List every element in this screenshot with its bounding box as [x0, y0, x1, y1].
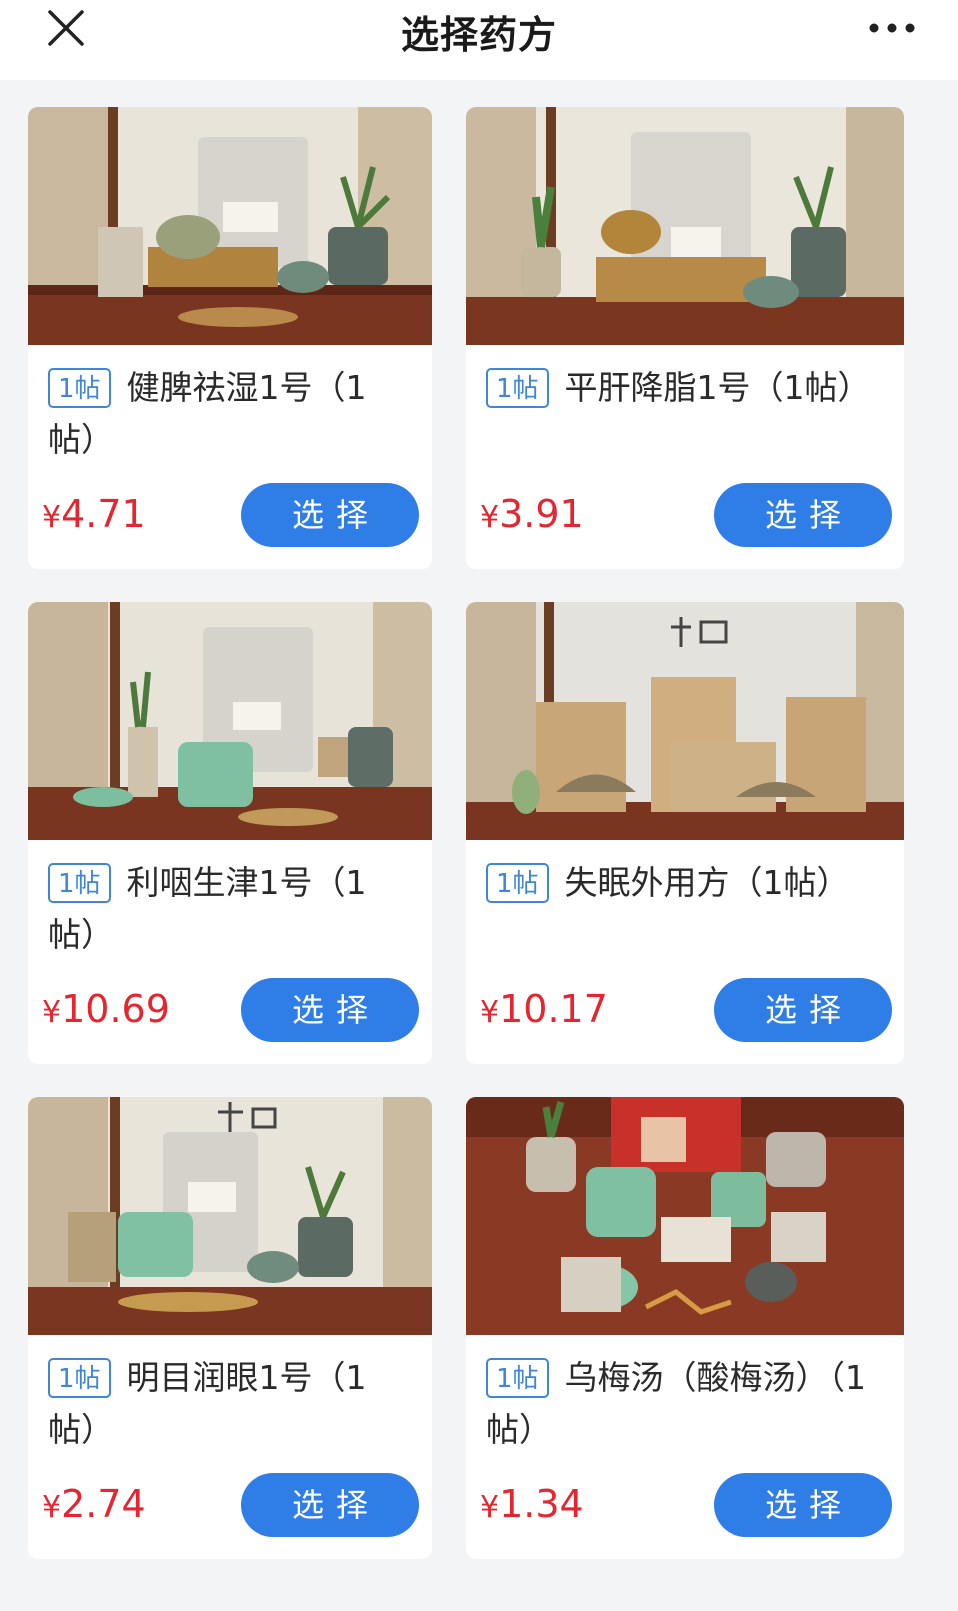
product-card[interactable]: 1帖 健脾祛湿1号（1帖） ¥4.71 选择	[28, 107, 432, 569]
currency-symbol: ¥	[42, 1490, 62, 1525]
price-value: 3.91	[499, 492, 584, 536]
select-button[interactable]: 选择	[714, 1473, 892, 1537]
page-title: 选择药方	[400, 13, 557, 57]
currency-symbol: ¥	[480, 995, 500, 1030]
more-dots-icon[interactable]	[862, 8, 922, 48]
top-bar: 选择药方	[0, 0, 958, 80]
product-photo	[466, 107, 904, 345]
product-card[interactable]: 1帖 利咽生津1号（1帖） ¥10.69 选择	[28, 602, 432, 1064]
product-title: 平肝降脂1号（1帖）	[564, 368, 871, 407]
product-price: ¥10.17	[480, 984, 608, 1038]
currency-symbol: ¥	[42, 500, 62, 535]
product-price: ¥4.71	[42, 489, 146, 543]
product-name: 1帖 平肝降脂1号（1帖）	[486, 362, 884, 414]
price-value: 10.69	[61, 987, 170, 1031]
product-photo	[466, 602, 904, 840]
select-button[interactable]: 选择	[241, 1473, 419, 1537]
price-value: 4.71	[61, 492, 146, 536]
unit-badge: 1帖	[486, 368, 549, 408]
select-button[interactable]: 选择	[714, 483, 892, 547]
unit-badge: 1帖	[486, 863, 549, 903]
unit-badge: 1帖	[48, 863, 111, 903]
currency-symbol: ¥	[480, 1490, 500, 1525]
product-card[interactable]: 1帖 平肝降脂1号（1帖） ¥3.91 选择	[466, 107, 904, 569]
product-name: 1帖 乌梅汤（酸梅汤）（1帖）	[486, 1352, 884, 1456]
select-button[interactable]: 选择	[241, 483, 419, 547]
product-photo	[28, 1097, 432, 1335]
product-title: 失眠外用方（1帖）	[564, 863, 850, 902]
close-icon[interactable]	[44, 6, 88, 50]
product-name: 1帖 明目润眼1号（1帖）	[48, 1352, 412, 1456]
unit-badge: 1帖	[486, 1358, 549, 1398]
product-name: 1帖 利咽生津1号（1帖）	[48, 857, 412, 961]
currency-symbol: ¥	[42, 995, 62, 1030]
unit-badge: 1帖	[48, 368, 111, 408]
product-price: ¥2.74	[42, 1479, 146, 1533]
product-photo	[28, 602, 432, 840]
product-card[interactable]: 1帖 明目润眼1号（1帖） ¥2.74 选择	[28, 1097, 432, 1559]
currency-symbol: ¥	[480, 500, 500, 535]
product-photo	[466, 1097, 904, 1335]
unit-badge: 1帖	[48, 1358, 111, 1398]
product-name: 1帖 健脾祛湿1号（1帖）	[48, 362, 412, 466]
price-value: 10.17	[499, 987, 608, 1031]
product-card[interactable]: 1帖 失眠外用方（1帖） ¥10.17 选择	[466, 602, 904, 1064]
price-value: 1.34	[499, 1482, 584, 1526]
product-price: ¥3.91	[480, 489, 584, 543]
product-name: 1帖 失眠外用方（1帖）	[486, 857, 884, 909]
product-price: ¥10.69	[42, 984, 170, 1038]
select-button[interactable]: 选择	[714, 978, 892, 1042]
price-value: 2.74	[61, 1482, 146, 1526]
product-card[interactable]: 1帖 乌梅汤（酸梅汤）（1帖） ¥1.34 选择	[466, 1097, 904, 1559]
select-button[interactable]: 选择	[241, 978, 419, 1042]
product-photo	[28, 107, 432, 345]
product-price: ¥1.34	[480, 1479, 584, 1533]
